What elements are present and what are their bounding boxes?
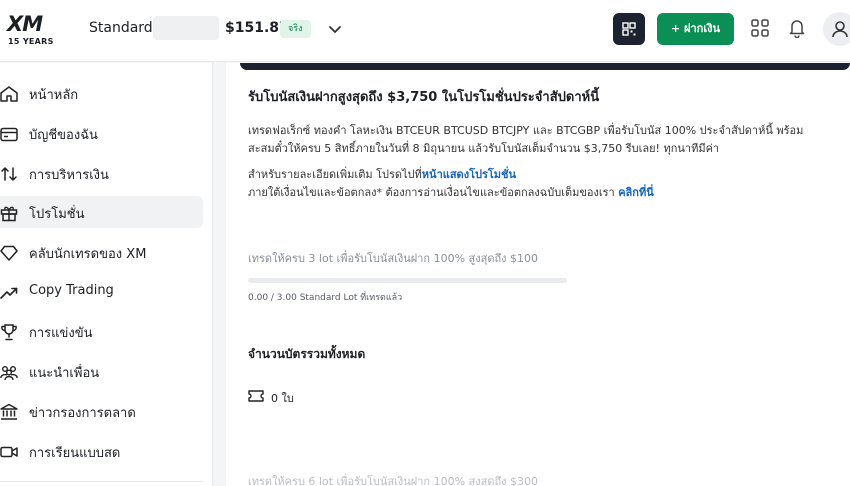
sidebar-item-promotions[interactable]: โปรโมชั่น [0,196,203,228]
terms-text: ภายใต้เงื่อนไขและข้อตกลง* ต้องการอ่านเงื… [248,186,619,199]
sidebar-item-label: ข่าวกรองการตลาด [29,406,136,421]
friends-icon [0,366,18,381]
sidebar-item-refer-friend[interactable]: แนะนำเพื่อน [0,355,203,387]
account-type[interactable]: Standard ( [89,20,163,36]
sidebar-item-xm-club[interactable]: คลับนักเทรดของ XM [0,236,203,268]
sidebar-item-label: Copy Trading [29,283,114,298]
promo-title: รับโบนัสเงินฝากสูงสุดถึง $3,750 ในโปรโมช… [248,90,600,105]
sidebar-item-label: โปรโมชั่น [29,207,85,222]
chevron-down-icon[interactable] [327,21,343,37]
bell-icon[interactable] [788,18,806,38]
promo-card: รับโบนัสเงินฝากสูงสุดถึง $3,750 ในโปรโมช… [226,63,850,486]
qr-code-button[interactable] [613,13,645,45]
sidebar-item-label: หน้าหลัก [29,88,79,103]
sidebar: หน้าหลัก บัญชีของฉัน การบริหารเงิน โปรโม… [0,63,213,486]
apps-grid-icon[interactable] [751,19,769,37]
tier-2-label: เทรดให้ครบ 6 lot เพื่อรับโบนัสเงินฝาก 10… [248,475,538,486]
main-content[interactable]: รับโบนัสเงินฝากสูงสุดถึง $3,750 ในโปรโมช… [214,63,850,486]
tier-1-progress-text: 0.00 / 3.00 Standard Lot ที่เทรดแล้ว [248,293,403,303]
sidebar-item-market-intel[interactable]: ข่าวกรองการตลาด [0,395,203,427]
ticket-icon [248,390,264,402]
total-tickets-title: จำนวนบัตรรวมทั้งหมด [248,347,366,361]
tier-1-label: เทรดให้ครบ 3 lot เพื่อรับโบนัสเงินฝาก 10… [248,252,538,265]
ticket-count: 0 ใบ [271,392,294,405]
gift-icon [0,206,18,222]
sidebar-divider [0,481,203,482]
transfer-icon [1,167,17,181]
card-header-bar [240,63,850,70]
trophy-icon [1,324,17,341]
avatar[interactable] [823,12,850,46]
account-number-masked [153,16,219,40]
sidebar-item-competitions[interactable]: การแข่งขัน [0,315,203,347]
sidebar-item-home[interactable]: หน้าหลัก [0,77,203,109]
video-icon [0,446,18,458]
sidebar-item-label: คลับนักเทรดของ XM [29,247,147,262]
more-info-line: สำหรับรายละเอียดเพิ่มเติม โปรดไปที่หน้าแ… [248,166,516,184]
sidebar-item-label: บัญชีของฉัน [29,128,98,143]
sidebar-item-copy-trading[interactable]: Copy Trading [0,276,203,308]
deposit-button[interactable]: + ฝากเงิน [657,13,734,45]
promotions-page-link[interactable]: หน้าแสดงโปรโมชั่น [422,168,516,181]
terms-link[interactable]: คลิกที่นี่ [618,186,654,199]
sidebar-item-label: การแข่งขัน [29,326,93,341]
sidebar-item-my-accounts[interactable]: บัญชีของฉัน [0,117,203,149]
wallet-icon [0,127,18,142]
sidebar-item-funds[interactable]: การบริหารเงิน [0,157,203,189]
top-header: XM 15 YEARS Standard ( $151.87 จริง + ฝา… [0,0,850,62]
trend-icon [0,287,18,299]
sidebar-item-label: แนะนำเพื่อน [29,366,100,381]
qr-code-icon [622,22,636,36]
tier-1-progress-bar [248,278,567,283]
xm-logo[interactable]: XM 15 YEARS [7,12,59,48]
account-mode-badge: จริง [280,20,311,38]
promo-description: เทรดฟอเร็กซ์ ทองคำ โลหะเงิน BTCEUR BTCUS… [248,124,804,155]
logo-brand: XM [7,12,43,36]
bank-icon [0,403,18,420]
more-info-text: สำหรับรายละเอียดเพิ่มเติม โปรดไปที่ [248,168,422,181]
sidebar-item-label: การเรียนแบบสด [29,446,121,461]
terms-line: ภายใต้เงื่อนไขและข้อตกลง* ต้องการอ่านเงื… [248,184,654,202]
diamond-icon [0,245,18,261]
home-icon [0,86,18,102]
sidebar-item-live-education[interactable]: การเรียนแบบสด [0,435,203,467]
user-icon [832,21,848,38]
sidebar-item-label: การบริหารเงิน [29,168,109,183]
logo-tagline: 15 YEARS [8,37,54,46]
